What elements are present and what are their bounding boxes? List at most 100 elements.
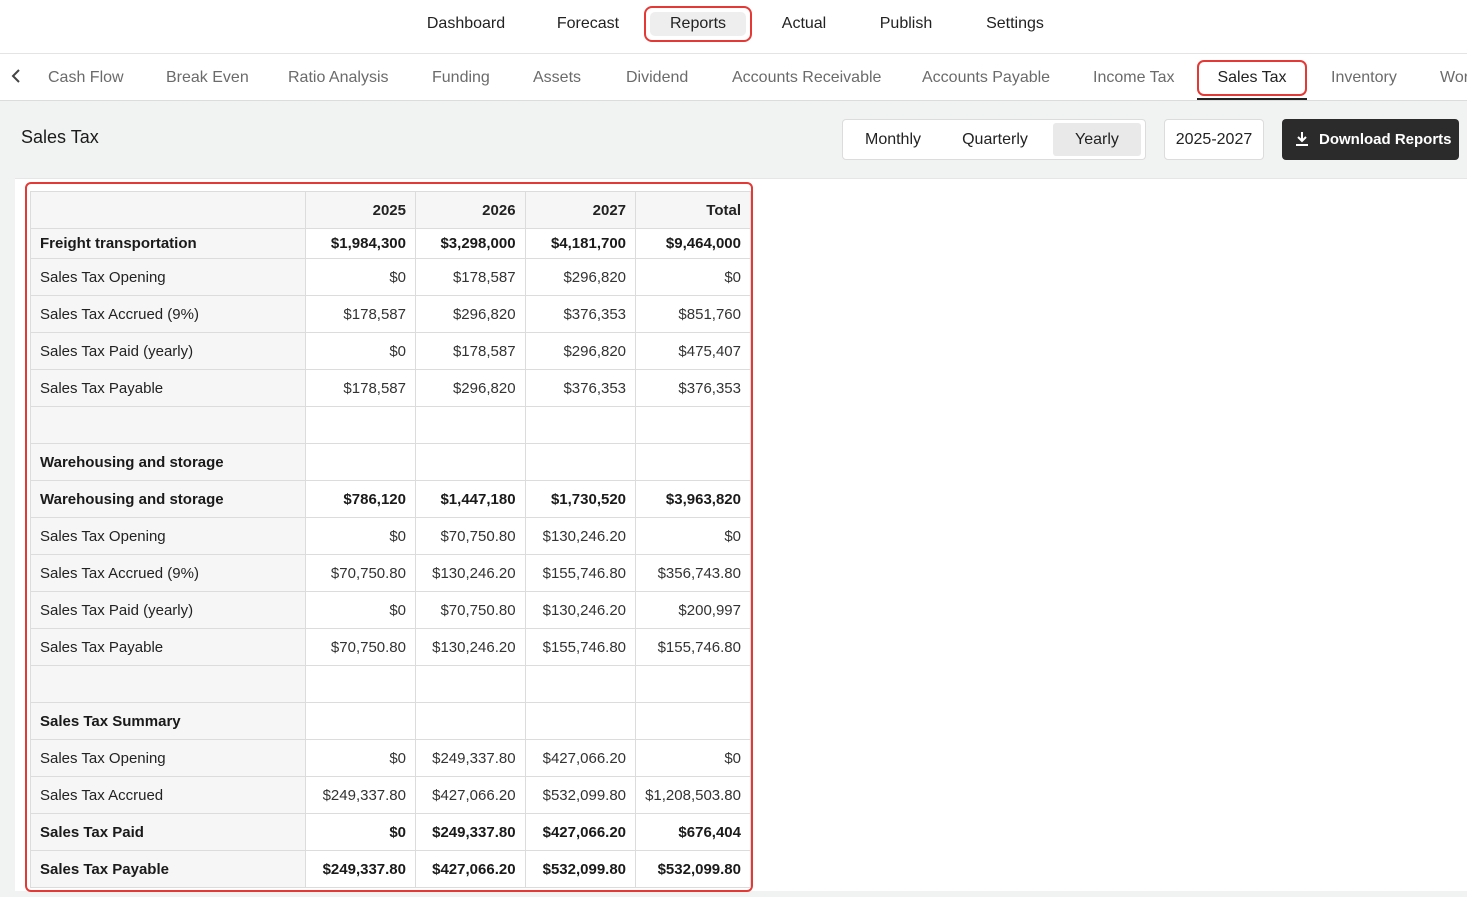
value-cell [305, 702, 416, 740]
value-cell: $9,464,000 [635, 228, 751, 259]
row-label-cell: Sales Tax Opening [29, 517, 307, 555]
value-cell: $1,208,503.80 [635, 776, 751, 814]
value-cell: $296,820 [415, 295, 526, 333]
period-quarterly[interactable]: Quarterly [947, 123, 1043, 156]
tab-assets[interactable]: Assets [533, 54, 581, 100]
value-cell [524, 443, 637, 481]
value-cell: $427,066.20 [415, 776, 526, 814]
value-cell: $427,066.20 [524, 813, 637, 851]
tab-dividend[interactable]: Dividend [626, 54, 688, 100]
value-cell: $376,353 [635, 369, 751, 407]
row-label-cell: Sales Tax Payable [29, 628, 307, 666]
value-cell: $155,746.80 [635, 628, 751, 666]
header-cell-2026: 2026 [415, 191, 526, 229]
value-cell: $0 [305, 517, 416, 555]
value-cell: $249,337.80 [305, 776, 416, 814]
sales-tax-table-container: 2025 2026 2027 Total Freight transportat… [25, 182, 753, 892]
row-label-cell [29, 665, 307, 703]
value-cell: $70,750.80 [415, 591, 526, 629]
row-label-cell: Sales Tax Opening [29, 258, 307, 296]
year-range-select[interactable]: 2025-2027 [1164, 119, 1264, 160]
download-icon [1296, 132, 1308, 146]
nav-dashboard[interactable]: Dashboard [411, 6, 521, 42]
table-row: Sales Tax Summary [29, 702, 751, 740]
value-cell: $178,587 [415, 258, 526, 296]
value-cell: $0 [305, 258, 416, 296]
value-cell: $130,246.20 [524, 591, 637, 629]
table-row: Sales Tax Paid $0 $249,337.80 $427,066.20 $6… [29, 813, 751, 851]
tab-accounts-receivable[interactable]: Accounts Receivable [732, 54, 881, 100]
row-label-cell: Freight transportation [29, 228, 307, 259]
value-cell: $0 [635, 517, 751, 555]
value-cell: $130,246.20 [524, 517, 637, 555]
value-cell [635, 406, 751, 444]
row-label-cell: Sales Tax Paid (yearly) [29, 591, 307, 629]
value-cell: $0 [635, 258, 751, 296]
tab-income-tax[interactable]: Income Tax [1093, 54, 1175, 100]
period-yearly[interactable]: Yearly [1053, 123, 1141, 156]
chevron-left-icon[interactable] [6, 68, 26, 88]
download-reports-label: Download Reports [1319, 131, 1452, 148]
value-cell: $70,750.80 [305, 554, 416, 592]
tab-sales-tax[interactable]: Sales Tax [1197, 54, 1307, 100]
value-cell: $70,750.80 [305, 628, 416, 666]
value-cell: $475,407 [635, 332, 751, 370]
nav-forecast[interactable]: Forecast [542, 6, 634, 42]
value-cell: $1,984,300 [305, 228, 416, 259]
row-label-cell: Sales Tax Payable [29, 369, 307, 407]
value-cell: $296,820 [524, 258, 637, 296]
table-row: Sales Tax Accrued (9%) $178,587 $296,820 $3… [29, 295, 751, 333]
nav-settings[interactable]: Settings [975, 6, 1055, 42]
row-label-cell: Warehousing and storage [29, 480, 307, 518]
value-cell: $130,246.20 [415, 554, 526, 592]
value-cell: $676,404 [635, 813, 751, 851]
header-cell-2027: 2027 [524, 191, 637, 229]
nav-reports[interactable]: Reports [644, 6, 752, 42]
value-cell: $155,746.80 [524, 554, 637, 592]
value-cell: $296,820 [524, 332, 637, 370]
value-cell: $0 [635, 739, 751, 777]
table-row: Sales Tax Opening $0 $70,750.80 $130,246.20… [29, 517, 751, 555]
value-cell [415, 406, 526, 444]
tab-accounts-payable[interactable]: Accounts Payable [922, 54, 1050, 100]
table-header-row: 2025 2026 2027 Total [29, 191, 751, 229]
nav-reports-label: Reports [650, 12, 746, 36]
table-row: Warehousing and storage [29, 443, 751, 481]
header-cell-label [29, 191, 307, 229]
value-cell: $155,746.80 [524, 628, 637, 666]
nav-actual[interactable]: Actual [770, 6, 838, 42]
table-row: Sales Tax Paid (yearly) $0 $70,750.80 $130,… [29, 591, 751, 629]
value-cell [305, 443, 416, 481]
tab-break-even[interactable]: Break Even [166, 54, 249, 100]
tab-ratio-analysis[interactable]: Ratio Analysis [288, 54, 389, 100]
header-cell-total: Total [635, 191, 751, 229]
row-label-cell: Sales Tax Payable [29, 850, 307, 888]
value-cell: $4,181,700 [524, 228, 637, 259]
table-row: Sales Tax Payable $70,750.80 $130,246.20 $1… [29, 628, 751, 666]
row-label-cell: Sales Tax Accrued (9%) [29, 295, 307, 333]
nav-publish[interactable]: Publish [870, 6, 942, 42]
row-label-cell: Sales Tax Accrued (9%) [29, 554, 307, 592]
table-row [29, 406, 751, 444]
tab-sales-tax-label: Sales Tax [1217, 69, 1287, 86]
value-cell: $249,337.80 [415, 739, 526, 777]
tab-working-capital[interactable]: Wor [1440, 54, 1467, 100]
sales-tax-table: 2025 2026 2027 Total Freight transportat… [29, 191, 751, 888]
download-reports-button[interactable]: Download Reports [1282, 119, 1459, 160]
value-cell: $3,298,000 [415, 228, 526, 259]
row-label-cell: Warehousing and storage [29, 443, 307, 481]
tab-cash-flow[interactable]: Cash Flow [48, 54, 124, 100]
tab-inventory[interactable]: Inventory [1331, 54, 1397, 100]
value-cell: $178,587 [305, 295, 416, 333]
value-cell: $356,743.80 [635, 554, 751, 592]
period-monthly[interactable]: Monthly [851, 123, 935, 156]
value-cell: $178,587 [305, 369, 416, 407]
tab-funding[interactable]: Funding [432, 54, 490, 100]
value-cell: $532,099.80 [524, 776, 637, 814]
value-cell [524, 702, 637, 740]
table-row: Sales Tax Opening $0 $249,337.80 $427,066.2… [29, 739, 751, 777]
value-cell: $786,120 [305, 480, 416, 518]
table-row: Sales Tax Paid (yearly) $0 $178,587 $296,82… [29, 332, 751, 370]
value-cell: $427,066.20 [415, 850, 526, 888]
value-cell [305, 406, 416, 444]
